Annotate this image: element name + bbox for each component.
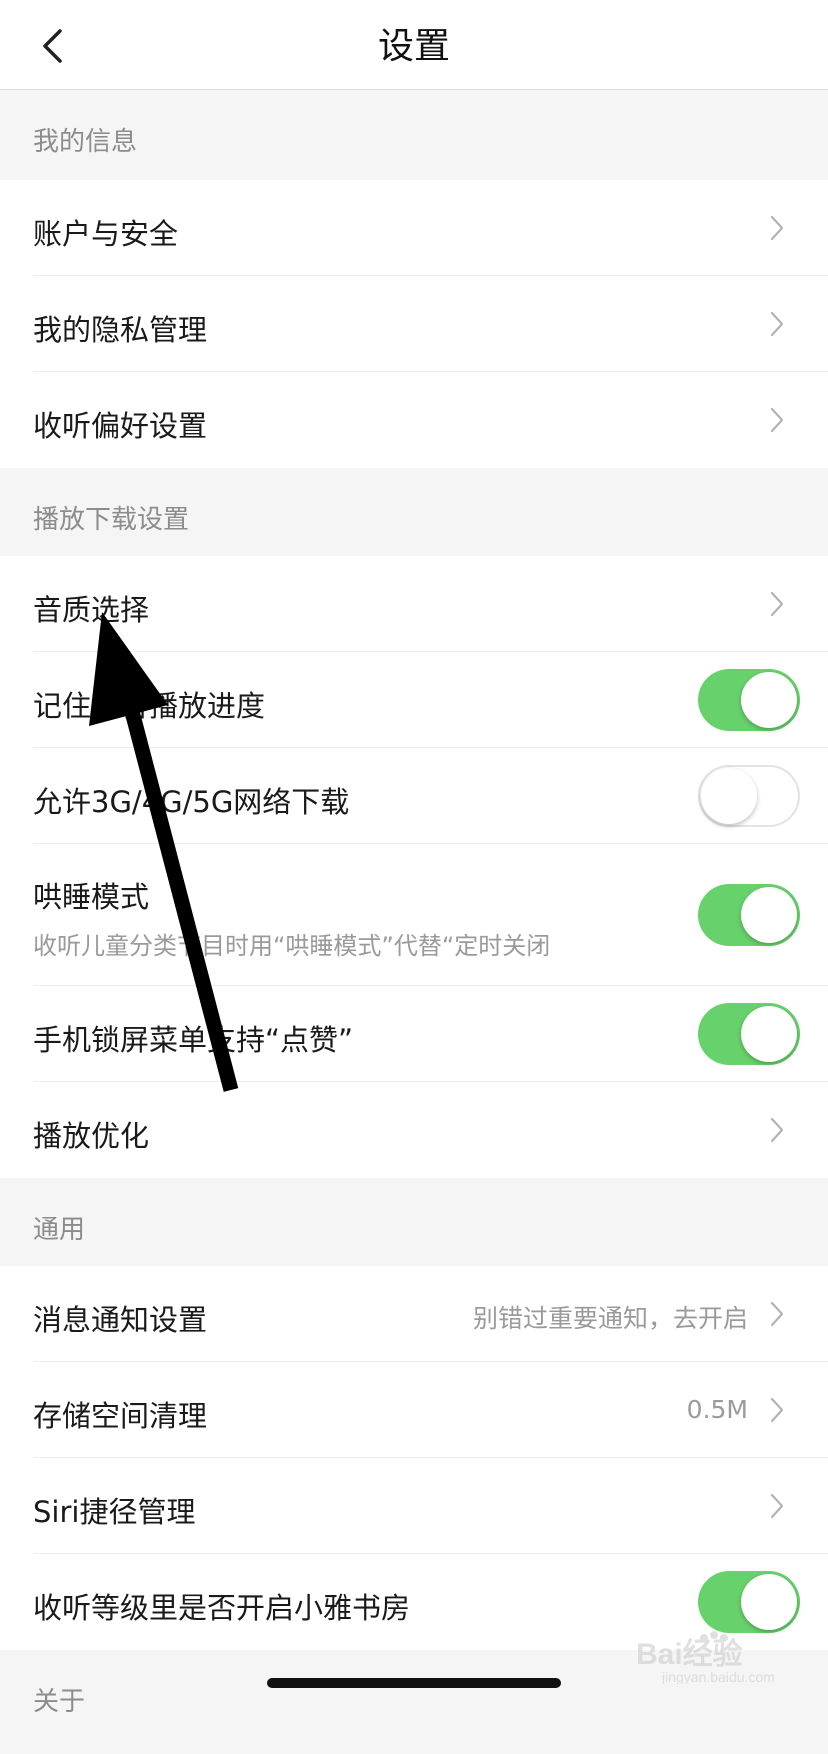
row-listen-preference[interactable]: 收听偏好设置 — [0, 372, 828, 468]
home-indicator — [267, 1678, 561, 1688]
row-mobile-download: 允许3G/4G/5G网络下载 — [0, 748, 828, 844]
row-label: 记住声音播放进度 — [33, 689, 266, 723]
lullaby-mode-toggle[interactable] — [698, 884, 800, 946]
row-storage-cleanup[interactable]: 存储空间清理 0.5M — [0, 1362, 828, 1458]
row-lockscreen-like: 手机锁屏菜单支持“点赞” — [0, 986, 828, 1082]
toggle-knob — [741, 887, 797, 943]
toggle-knob — [741, 1006, 797, 1062]
svg-text:Bai经验: Bai经验 — [636, 1637, 743, 1671]
row-label: 消息通知设置 — [33, 1303, 208, 1337]
remember-progress-toggle[interactable] — [698, 669, 800, 731]
row-label: Siri捷径管理 — [33, 1495, 196, 1529]
chevron-right-icon — [770, 1397, 784, 1423]
row-label: 存储空间清理 — [33, 1399, 208, 1433]
row-playback-optimize[interactable]: 播放优化 — [0, 1082, 828, 1178]
row-remember-progress: 记住声音播放进度 — [0, 652, 828, 748]
svg-text:jingyan.baidu.com: jingyan.baidu.com — [661, 1669, 775, 1684]
section-header-playback: 播放下载设置 — [0, 468, 828, 556]
row-label: 手机锁屏菜单支持“点赞” — [33, 1023, 354, 1057]
row-notification-settings[interactable]: 消息通知设置 别错过重要通知，去开启 — [0, 1266, 828, 1362]
section-header-my-info: 我的信息 — [0, 90, 828, 180]
row-label: 音质选择 — [33, 593, 150, 627]
nav-bar: 设置 — [0, 0, 828, 90]
row-label: 收听等级里是否开启小雅书房 — [33, 1591, 411, 1625]
row-label: 允许3G/4G/5G网络下载 — [33, 785, 350, 819]
row-label: 账户与安全 — [33, 217, 179, 251]
row-value: 别错过重要通知，去开启 — [472, 1304, 748, 1333]
toggle-knob — [741, 1574, 797, 1630]
chevron-right-icon — [770, 1493, 784, 1519]
row-label: 收听偏好设置 — [33, 409, 208, 443]
row-label: 哄睡模式 — [33, 880, 150, 914]
mobile-download-toggle[interactable] — [698, 765, 800, 827]
row-label: 我的隐私管理 — [33, 313, 208, 347]
lockscreen-like-toggle[interactable] — [698, 1003, 800, 1065]
row-audio-quality[interactable]: 音质选择 — [0, 556, 828, 652]
toggle-knob — [741, 672, 797, 728]
study-room-toggle[interactable] — [698, 1571, 800, 1633]
row-description: 收听儿童分类节目时用“哄睡模式”代替“定时关闭 — [33, 932, 551, 960]
baidu-jingyan-watermark: Bai经验 jingyan.baidu.com — [636, 1631, 775, 1684]
chevron-right-icon — [770, 407, 784, 433]
chevron-right-icon — [770, 215, 784, 241]
row-siri-shortcuts[interactable]: Siri捷径管理 — [0, 1458, 828, 1554]
row-privacy[interactable]: 我的隐私管理 — [0, 276, 828, 372]
row-value: 0.5M — [686, 1395, 748, 1424]
chevron-right-icon — [770, 311, 784, 337]
chevron-right-icon — [770, 591, 784, 617]
row-lullaby-mode: 哄睡模式 收听儿童分类节目时用“哄睡模式”代替“定时关闭 — [0, 844, 828, 986]
page-title: 设置 — [377, 26, 450, 67]
chevron-right-icon — [770, 1117, 784, 1143]
chevron-right-icon — [770, 1301, 784, 1327]
row-account-security[interactable]: 账户与安全 — [0, 180, 828, 276]
toggle-knob — [701, 768, 757, 824]
row-label: 播放优化 — [33, 1119, 150, 1153]
section-header-general: 通用 — [0, 1178, 828, 1266]
